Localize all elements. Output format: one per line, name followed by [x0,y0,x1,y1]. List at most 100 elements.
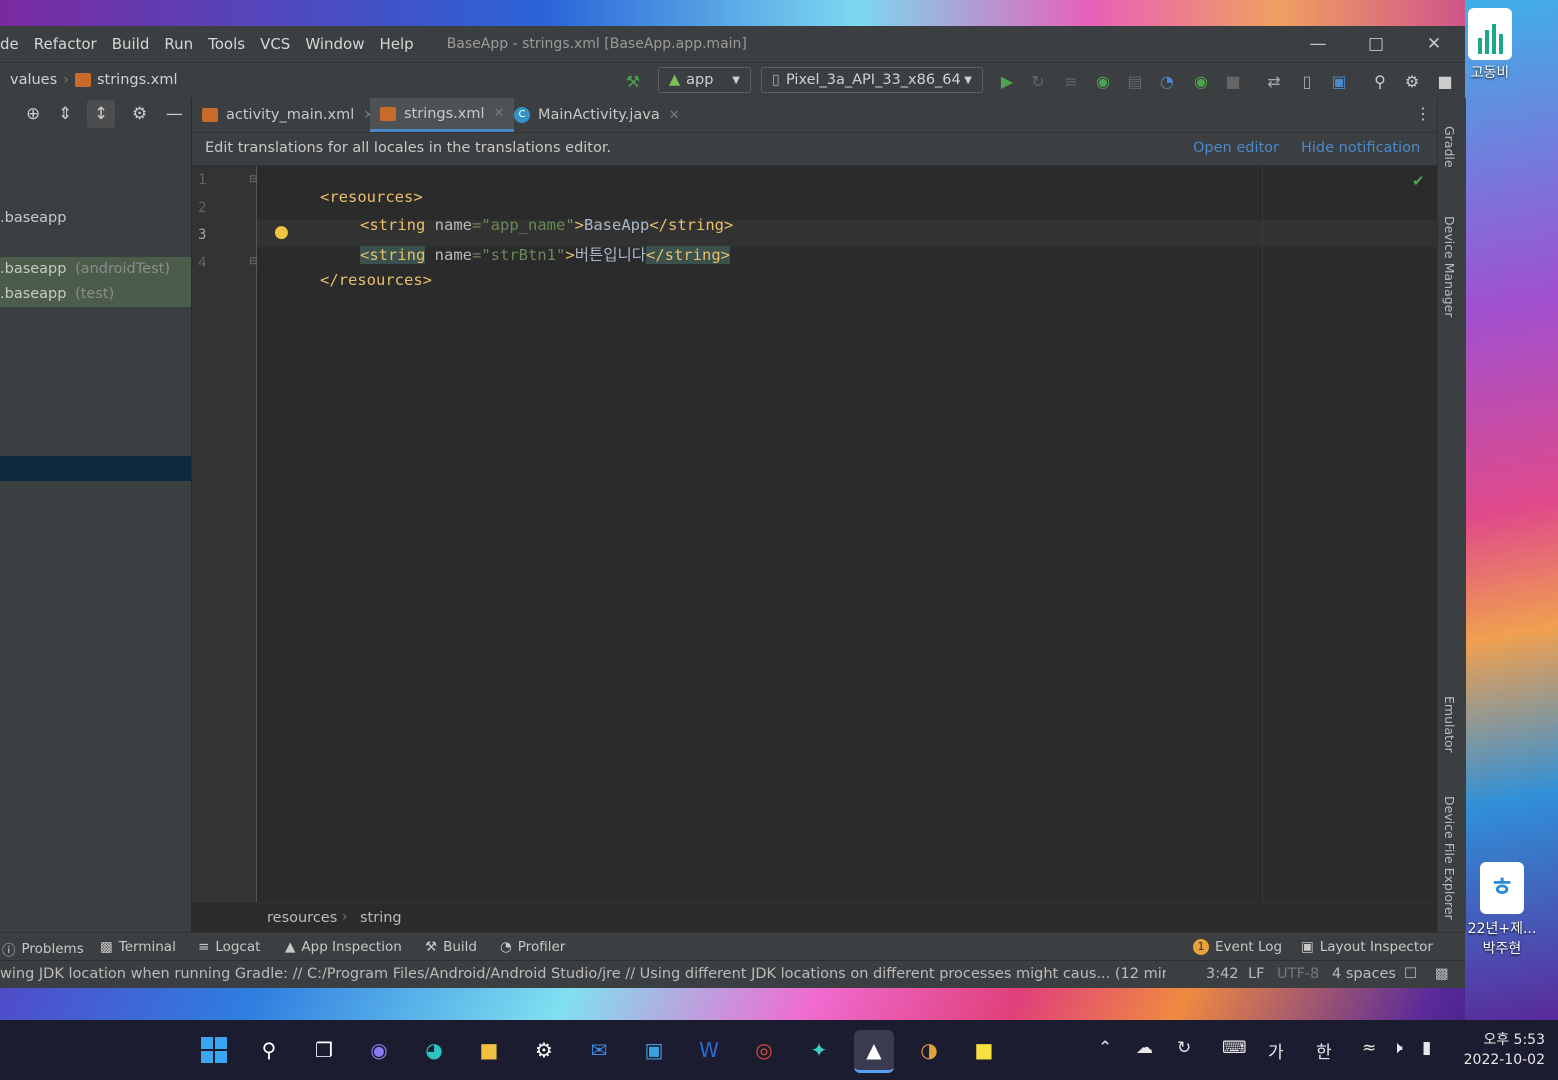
desktop-icon-gobi[interactable]: 고동비 [1466,8,1514,82]
tab-strings[interactable]: strings.xml ✕ [370,98,515,132]
menu-run[interactable]: Run [164,35,193,53]
apply-code-icon[interactable]: ≡ [1060,70,1082,92]
sdk-manager-icon[interactable]: ▣ [1328,70,1350,92]
menu-refactor[interactable]: Refactor [34,35,97,53]
search-icon[interactable]: ⚲ [249,1030,289,1070]
close-tab-icon[interactable]: ✕ [669,108,680,123]
fold-icon[interactable]: ⊟ [249,256,257,267]
close-tab-icon[interactable]: ✕ [494,106,505,121]
hide-notification-link[interactable]: Hide notification [1301,140,1420,156]
desktop-icon-doc[interactable]: ㅎ 22년+제... 박주현 [1462,862,1542,958]
hammer-build-icon[interactable]: ⚒ [622,70,644,92]
breadcrumb-file[interactable]: strings.xml [97,72,178,88]
hangul-icon[interactable]: ▣ [634,1030,674,1070]
sync-gradle-icon[interactable]: ⇄ [1263,70,1285,92]
stop-icon[interactable]: ■ [1222,70,1244,92]
tool-logcat[interactable]: ≡ Logcat [198,939,260,955]
android-studio-icon[interactable]: ▲ [854,1030,894,1073]
ime-mode-2[interactable]: 한 [1316,1038,1332,1063]
mail-icon[interactable]: ✉ [579,1030,619,1070]
ime-mode-1[interactable]: 가 [1268,1038,1284,1063]
attach-debugger-icon[interactable]: ▤ [1124,70,1146,92]
start-icon[interactable] [194,1030,234,1070]
wifi-icon[interactable]: ≈ [1362,1038,1376,1058]
device-select[interactable]: ▯ Pixel_3a_API_33_x86_64 ▼ [761,67,983,93]
menu-code[interactable]: de [0,35,19,53]
tool-profiler[interactable]: ◔ Profiler [500,939,565,955]
coverage-icon[interactable]: ◉ [1190,70,1212,92]
fold-icon[interactable]: ⊟ [249,174,257,185]
bird-app-icon[interactable]: ✦ [799,1030,839,1070]
minimize-button[interactable]: — [1290,26,1346,62]
locate-icon[interactable]: ⊕ [26,104,40,124]
tool-tab-device-manager[interactable]: Device Manager [1442,216,1457,318]
tree-item-package-test[interactable]: .baseapp (test) [0,282,191,307]
sync-icon[interactable]: ↻ [1177,1038,1191,1058]
expand-all-icon[interactable]: ⇕ [58,104,72,124]
code-editor[interactable]: 1 2 3 4 ⊟ ⊟ ● <resources> <string name="… [192,166,1437,902]
search-icon[interactable]: ⚲ [1369,70,1391,92]
hide-icon[interactable]: — [166,104,183,124]
apply-changes-icon[interactable]: ↻ [1027,70,1049,92]
speaker-muted-icon[interactable]: 🕨 [1392,1038,1403,1058]
edge-icon[interactable]: ◕ [414,1030,454,1070]
chrome-icon[interactable]: ◎ [744,1030,784,1070]
lightbulb-icon[interactable]: ● [274,222,289,242]
tool-event-log[interactable]: 1 Event Log [1193,939,1282,955]
file-encoding[interactable]: UTF-8 [1277,966,1319,982]
close-button[interactable]: ✕ [1406,26,1462,62]
breadcrumb-string[interactable]: string [360,910,402,926]
run-config-select[interactable]: ▲ app ▼ [658,67,751,93]
debug-icon[interactable]: ◉ [1092,70,1114,92]
lock-icon[interactable]: ☐ [1404,966,1417,982]
menu-vcs[interactable]: VCS [260,35,290,53]
run-icon[interactable]: ▶ [996,70,1018,92]
tool-tab-device-file-explorer[interactable]: Device File Explorer [1442,796,1457,920]
device-manager-icon[interactable]: ▯ [1296,70,1318,92]
eclipse-icon[interactable]: ◑ [909,1030,949,1070]
tab-main-activity[interactable]: C MainActivity.java ✕ [514,98,680,132]
word-icon[interactable]: W [689,1030,729,1070]
breadcrumb-values[interactable]: values [10,72,57,88]
tool-app-inspection[interactable]: ▲ App Inspection [285,939,402,955]
menu-build[interactable]: Build [112,35,150,53]
gear-icon[interactable]: ⚙ [132,104,147,124]
chat-icon[interactable]: ◉ [359,1030,399,1070]
keyboard-icon[interactable]: ⌨ [1222,1038,1247,1058]
status-message[interactable]: wing JDK location when running Gradle: /… [0,966,1166,982]
collapse-all-icon[interactable]: ↕ [87,100,115,128]
indent-setting[interactable]: 4 spaces [1332,966,1396,982]
avatar-icon[interactable]: ■ [1434,70,1456,92]
tool-build[interactable]: ⚒ Build [425,939,477,955]
memory-indicator-icon[interactable]: ▩ [1435,966,1449,982]
tool-problems[interactable]: ⓘ Problems [2,939,84,959]
kakaotalk-icon[interactable]: ■ [964,1030,1004,1070]
open-editor-link[interactable]: Open editor [1193,140,1279,156]
tree-item-selected[interactable] [0,456,191,481]
tool-layout-inspector[interactable]: ▣ Layout Inspector [1301,939,1433,955]
no-problems-check-icon[interactable]: ✔ [1412,172,1425,190]
gear-icon[interactable]: ⚙ [1401,70,1423,92]
tree-item-package[interactable]: .baseapp [0,206,191,231]
maximize-button[interactable]: □ [1348,26,1404,62]
tool-tab-emulator[interactable]: Emulator [1442,696,1457,753]
caret-position[interactable]: 3:42 [1206,966,1239,982]
tool-terminal[interactable]: ▩ Terminal [100,939,176,955]
tab-activity-main[interactable]: activity_main.xml ✕ [202,98,374,132]
more-tabs-icon[interactable]: ⋮ [1415,104,1431,123]
tree-item-package-androidtest[interactable]: .baseapp (androidTest) [0,257,191,282]
menu-help[interactable]: Help [379,35,413,53]
breadcrumb-resources[interactable]: resources [267,910,337,926]
profile-icon[interactable]: ◔ [1156,70,1178,92]
clock[interactable]: 오후 5:53 2022-10-02 [1455,1030,1545,1070]
line-separator[interactable]: LF [1248,966,1264,982]
file-explorer-icon[interactable]: ■ [469,1030,509,1070]
menu-window[interactable]: Window [305,35,364,53]
task-view-icon[interactable]: ❐ [304,1030,344,1070]
tool-tab-gradle[interactable]: Gradle [1442,126,1457,168]
settings-icon[interactable]: ⚙ [524,1030,564,1070]
chevron-up-icon[interactable]: ⌃ [1098,1038,1112,1058]
battery-icon[interactable]: ▮ [1422,1038,1431,1058]
menu-tools[interactable]: Tools [208,35,245,53]
onedrive-icon[interactable]: ☁ [1136,1038,1153,1058]
